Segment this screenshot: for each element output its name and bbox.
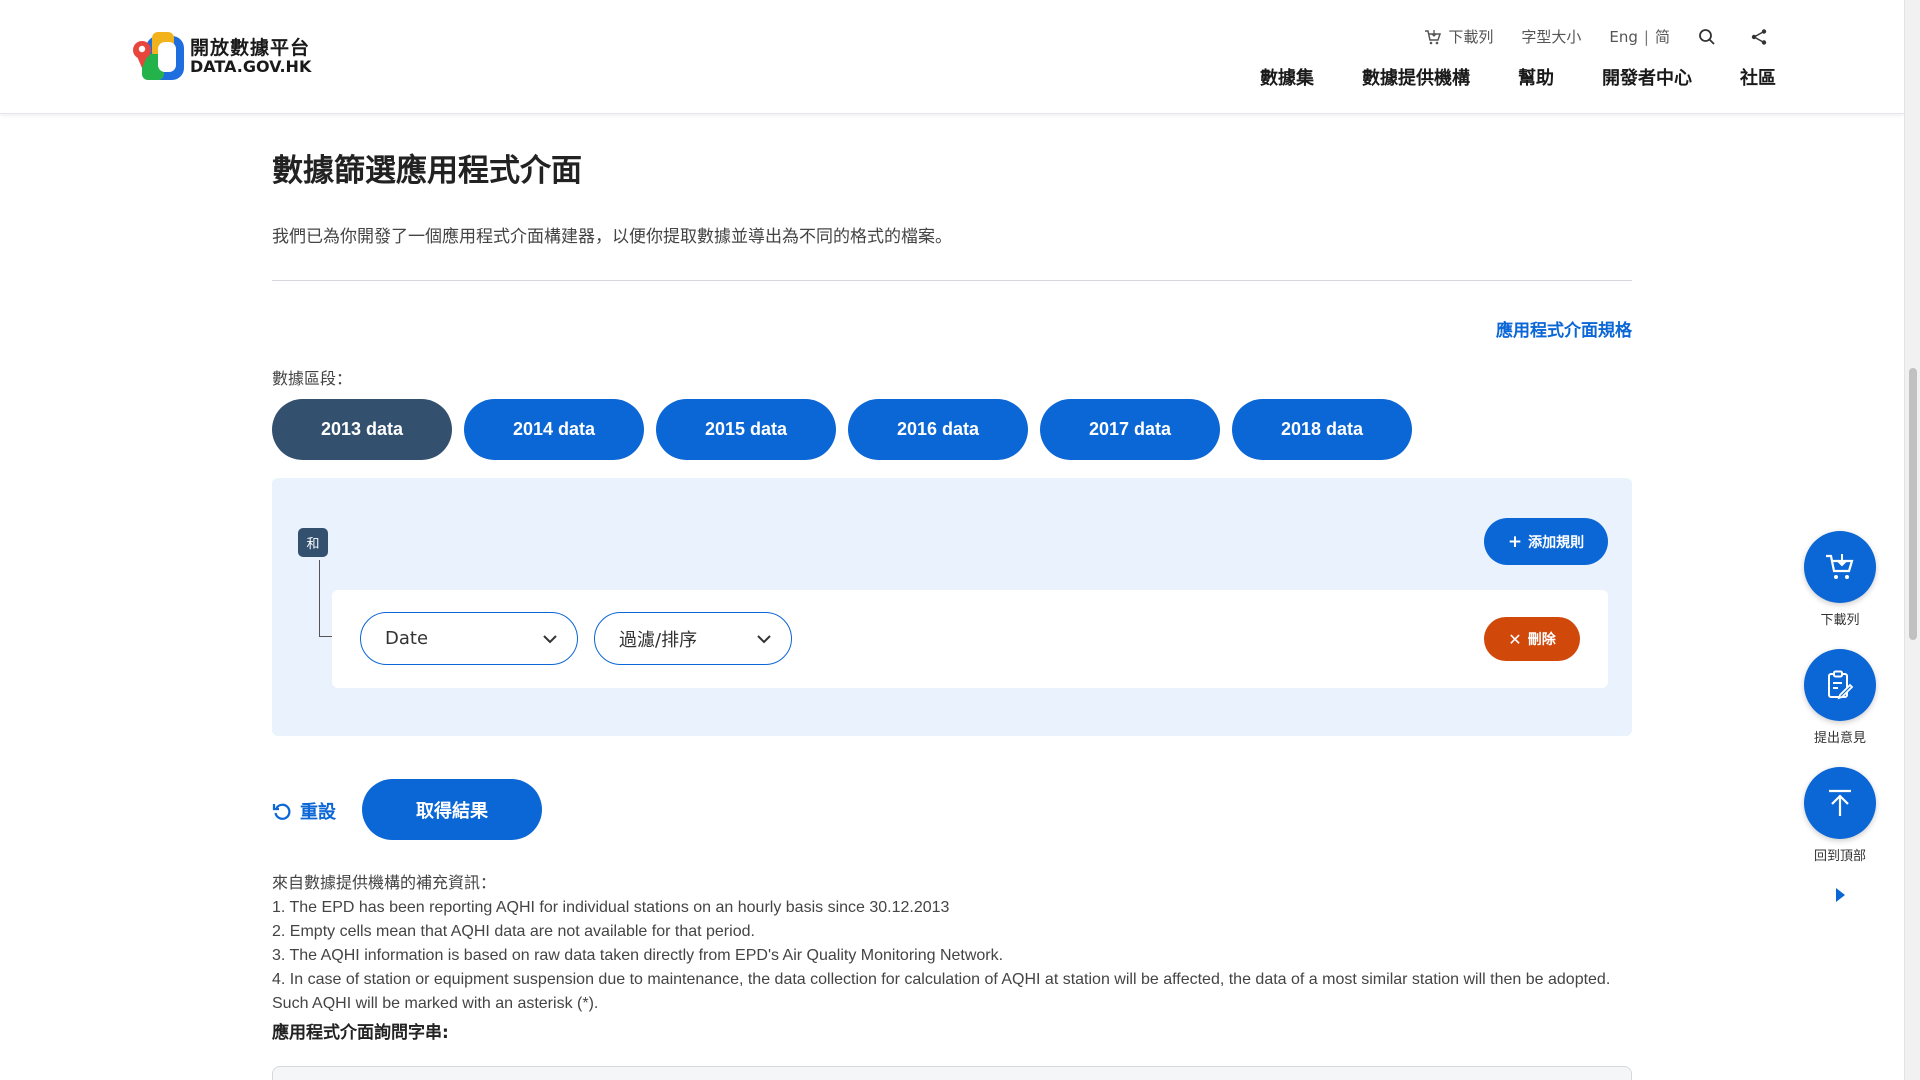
page-description: 我們已為你開發了一個應用程式介面構建器，以便你提取數據並導出為不同的格式的檔案。 xyxy=(272,227,952,247)
delete-rule-button[interactable]: ✕ 刪除 xyxy=(1484,617,1580,661)
divider xyxy=(272,280,1632,281)
segment-2013-button[interactable]: 2013 data xyxy=(272,399,452,460)
segment-2014-button[interactable]: 2014 data xyxy=(464,399,644,460)
lang-eng-link[interactable]: Eng xyxy=(1609,28,1638,46)
add-rule-label: 添加規則 xyxy=(1528,534,1585,551)
arrow-up-icon xyxy=(1829,789,1851,816)
font-size-button[interactable]: 字型大小 xyxy=(1521,26,1581,47)
filter-sort-select[interactable]: 過濾/排序 xyxy=(594,612,792,665)
rule-tree-line xyxy=(319,560,333,637)
reset-label: 重設 xyxy=(300,802,336,823)
font-size-label: 字型大小 xyxy=(1521,28,1582,46)
float-feedback-button[interactable] xyxy=(1804,649,1876,721)
logo-icon xyxy=(133,32,184,80)
download-list-link[interactable]: 下載列 xyxy=(1424,26,1493,47)
share-icon xyxy=(1751,28,1767,45)
segment-buttons: 2013 data 2014 data 2015 data 2016 data … xyxy=(272,399,1424,460)
segment-2015-button[interactable]: 2015 data xyxy=(656,399,836,460)
search-button[interactable] xyxy=(1698,28,1722,46)
float-download-button[interactable] xyxy=(1804,531,1876,603)
segment-2017-button[interactable]: 2017 data xyxy=(1040,399,1220,460)
query-string-label: 應用程式介面詢問字串: xyxy=(272,1023,449,1043)
add-rule-button[interactable]: + 添加規則 xyxy=(1484,518,1608,565)
nav-providers[interactable]: 數據提供機構 xyxy=(1362,64,1470,90)
float-download-list[interactable]: 下載列 xyxy=(1804,531,1876,628)
float-download-label: 下載列 xyxy=(1820,613,1860,628)
notes-heading: 來自數據提供機構的補充資訊： xyxy=(272,875,497,892)
plus-icon: + xyxy=(1507,531,1523,552)
nav-help[interactable]: 幫助 xyxy=(1518,64,1554,90)
lang-separator: | xyxy=(1643,27,1649,46)
page-scrollbar[interactable] xyxy=(1904,0,1920,1080)
note-item: 1. The EPD has been reporting AQHI for i… xyxy=(272,899,950,916)
get-results-button[interactable]: 取得結果 xyxy=(362,779,542,840)
nav-community[interactable]: 社區 xyxy=(1740,64,1776,90)
share-button[interactable] xyxy=(1750,28,1774,46)
query-string-box[interactable] xyxy=(272,1066,1632,1080)
download-list-label: 下載列 xyxy=(1448,28,1494,46)
note-item: 3. The AQHI information is based on raw … xyxy=(272,947,1004,964)
api-spec-link[interactable]: 應用程式介面規格 xyxy=(1496,316,1632,341)
chevron-down-icon xyxy=(543,635,557,644)
cart-icon xyxy=(1425,29,1442,44)
float-top-button[interactable] xyxy=(1804,767,1876,839)
delete-label: 刪除 xyxy=(1527,632,1556,648)
lang-simplified-link[interactable]: 简 xyxy=(1655,26,1670,47)
feedback-icon xyxy=(1828,670,1854,700)
field-select[interactable]: Date xyxy=(360,612,578,665)
site-header: 開放數據平台 DATA.GOV.HK 下載列 字型大小 Eng | 简 數據集 … xyxy=(0,0,1904,114)
chevron-down-icon xyxy=(757,635,771,644)
float-feedback[interactable]: 提出意見 xyxy=(1804,649,1876,746)
refresh-icon xyxy=(272,803,291,820)
site-logo[interactable]: 開放數據平台 DATA.GOV.HK xyxy=(132,30,311,84)
language-switcher: Eng | 简 xyxy=(1609,26,1670,47)
page: 開放數據平台 DATA.GOV.HK 下載列 字型大小 Eng | 简 數據集 … xyxy=(0,0,1904,1080)
segment-2016-button[interactable]: 2016 data xyxy=(848,399,1028,460)
conjunction-badge[interactable]: 和 xyxy=(298,528,328,557)
logo-text-zh: 開放數據平台 xyxy=(190,36,311,59)
segment-2018-button[interactable]: 2018 data xyxy=(1232,399,1412,460)
note-item: 2. Empty cells mean that AQHI data are n… xyxy=(272,923,755,940)
page-title: 數據篩選應用程式介面 xyxy=(272,153,582,189)
utility-bar: 下載列 字型大小 Eng | 简 xyxy=(1396,26,1774,47)
segment-label: 數據區段： xyxy=(272,369,353,388)
float-back-to-top[interactable]: 回到頂部 xyxy=(1804,767,1876,864)
rule-builder-panel: 和 + 添加規則 Date 過濾/排序 ✕ 刪除 xyxy=(272,478,1632,736)
note-item: 4. In case of station or equipment suspe… xyxy=(272,971,1611,1012)
float-feedback-label: 提出意見 xyxy=(1813,731,1866,746)
filter-sort-select-value: 過濾/排序 xyxy=(619,629,698,651)
float-top-label: 回到頂部 xyxy=(1813,849,1866,864)
logo-text-en: DATA.GOV.HK xyxy=(190,56,312,76)
cart-icon xyxy=(1826,554,1854,579)
supplementary-notes: 來自數據提供機構的補充資訊： 1. The EPD has been repor… xyxy=(272,872,1632,1016)
close-icon: ✕ xyxy=(1508,629,1522,649)
reset-button[interactable]: 重設 xyxy=(272,798,336,824)
search-icon xyxy=(1699,28,1715,45)
rule-row: Date 過濾/排序 ✕ 刪除 xyxy=(332,590,1608,688)
collapse-arrow-icon[interactable] xyxy=(1832,886,1848,904)
nav-datasets[interactable]: 數據集 xyxy=(1260,64,1314,90)
nav-developer[interactable]: 開發者中心 xyxy=(1602,64,1692,90)
field-select-value: Date xyxy=(385,628,429,649)
scrollbar-thumb[interactable] xyxy=(1909,368,1917,640)
main-nav: 數據集 數據提供機構 幫助 開發者中心 社區 xyxy=(1212,64,1776,90)
